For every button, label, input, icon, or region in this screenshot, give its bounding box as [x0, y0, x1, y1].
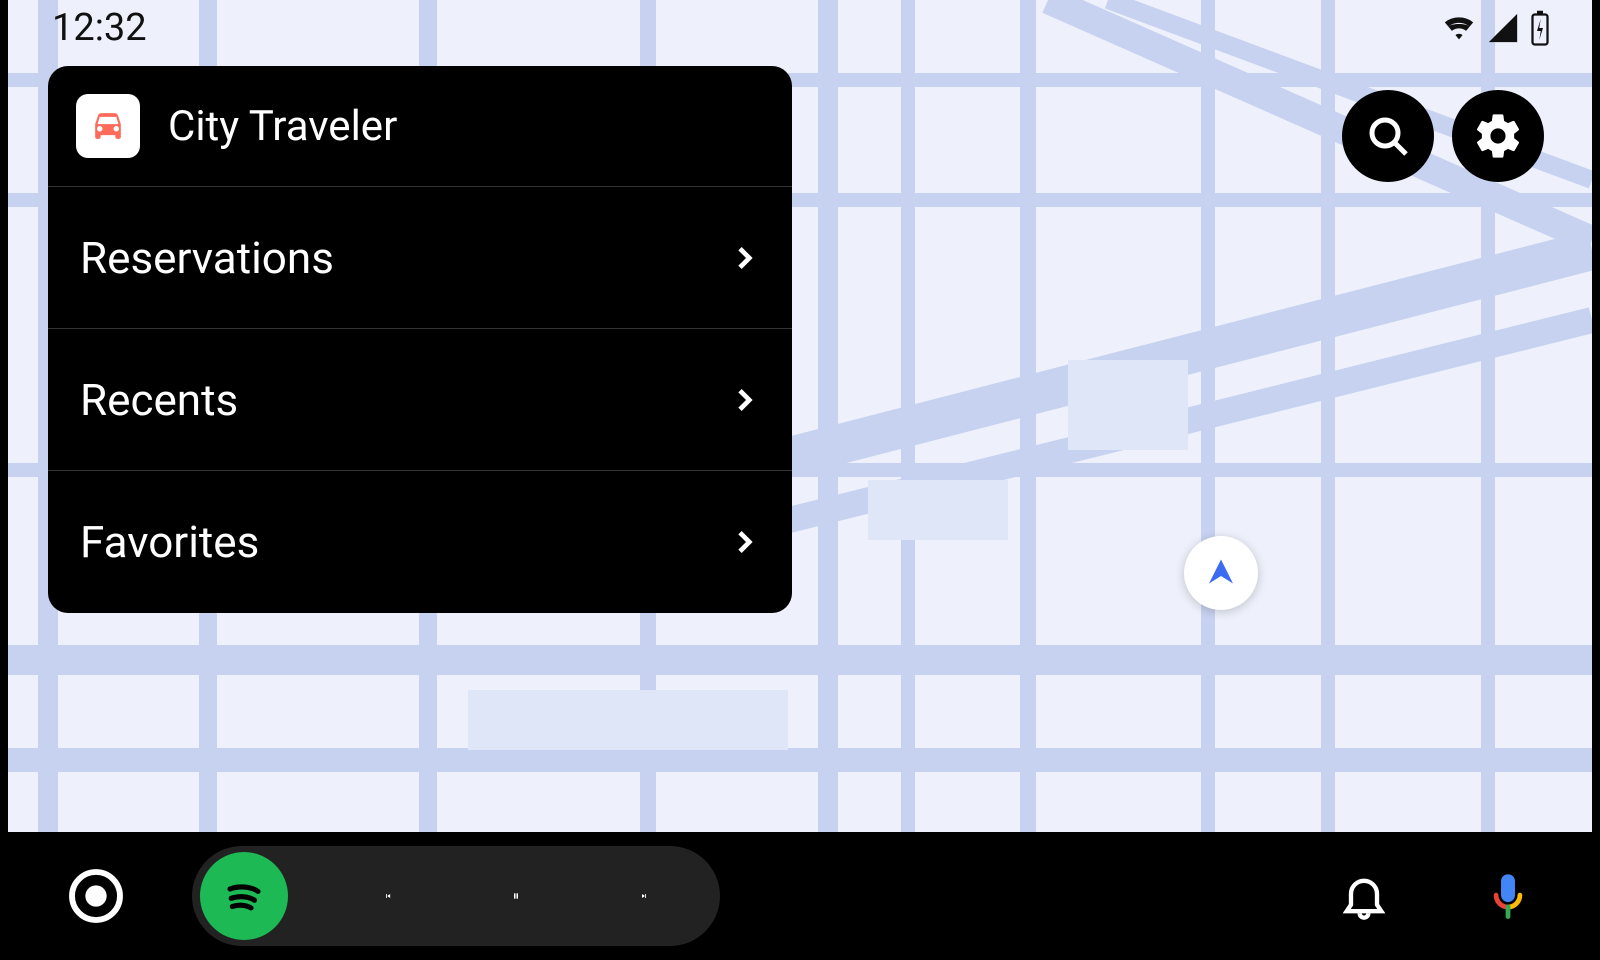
spotify-icon: [216, 868, 272, 924]
screen: 12:32 City Traveler Reservations Recents: [0, 0, 1600, 960]
gear-icon: [1472, 110, 1524, 162]
menu-item-label: Favorites: [80, 516, 259, 568]
menu-item-label: Reservations: [80, 232, 334, 284]
search-icon: [1364, 112, 1412, 160]
notifications-button[interactable]: [1332, 864, 1396, 928]
app-launcher-button[interactable]: [60, 860, 132, 932]
next-track-button[interactable]: [616, 868, 672, 924]
bell-icon: [1338, 870, 1390, 922]
location-arrow-icon: [1203, 555, 1239, 591]
menu-item-label: Recents: [80, 374, 238, 426]
settings-button[interactable]: [1452, 90, 1544, 182]
app-icon: [76, 94, 140, 158]
menu-item-favorites[interactable]: Favorites: [48, 471, 792, 613]
battery-charging-icon: [1530, 10, 1550, 46]
media-control-pill: [192, 846, 720, 946]
spotify-button[interactable]: [200, 852, 288, 940]
microphone-icon: [1482, 870, 1534, 922]
menu-item-recents[interactable]: Recents: [48, 329, 792, 471]
navigation-panel: City Traveler Reservations Recents Favor…: [48, 66, 792, 613]
pause-icon: [512, 872, 520, 920]
map-canvas[interactable]: 12:32 City Traveler Reservations Recents: [8, 0, 1592, 832]
panel-header: City Traveler: [48, 66, 792, 187]
menu-item-reservations[interactable]: Reservations: [48, 187, 792, 329]
previous-track-button[interactable]: [360, 868, 416, 924]
search-button[interactable]: [1342, 90, 1434, 182]
cell-signal-icon: [1486, 11, 1520, 45]
car-icon: [86, 104, 130, 148]
app-title: City Traveler: [168, 102, 397, 151]
chevron-right-icon: [728, 526, 760, 558]
skip-next-icon: [640, 870, 648, 922]
clock: 12:32: [52, 6, 147, 50]
status-bar: 12:32: [8, 0, 1592, 56]
current-location-marker[interactable]: [1184, 536, 1258, 610]
wifi-icon: [1442, 11, 1476, 45]
chevron-right-icon: [728, 242, 760, 274]
chevron-right-icon: [728, 384, 760, 416]
bottom-bar: [0, 832, 1600, 960]
app-launcher-icon: [64, 864, 128, 928]
voice-assistant-button[interactable]: [1476, 864, 1540, 928]
skip-previous-icon: [384, 870, 392, 922]
play-pause-button[interactable]: [488, 868, 544, 924]
